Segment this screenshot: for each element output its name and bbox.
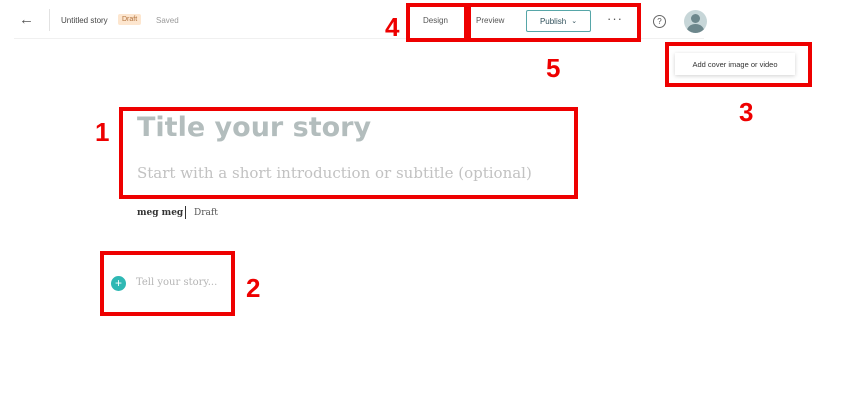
callout-number-1: 1 [95,117,110,147]
callout-number-3: 3 [739,97,754,127]
callout-box-3 [665,42,812,87]
byline-status: Draft [194,208,218,218]
avatar-head-shape [691,14,700,23]
callout-box-4 [406,3,468,42]
avatar[interactable] [684,10,707,33]
author-name: meg meg [137,208,184,218]
save-status: Saved [156,16,179,25]
story-title-label: Untitled story [61,16,108,25]
callout-number-5: 5 [546,53,561,83]
status-badge: Draft [118,14,142,25]
callout-box-2 [100,251,235,316]
avatar-body-shape [687,24,704,33]
help-icon[interactable]: ? [653,15,666,28]
toolbar-divider [49,9,50,31]
back-arrow-icon[interactable]: ← [19,12,34,28]
byline-divider [185,206,186,219]
callout-number-2: 2 [246,273,261,303]
callout-box-1 [119,107,578,199]
callout-box-5 [467,3,641,42]
callout-number-4: 4 [385,12,400,42]
